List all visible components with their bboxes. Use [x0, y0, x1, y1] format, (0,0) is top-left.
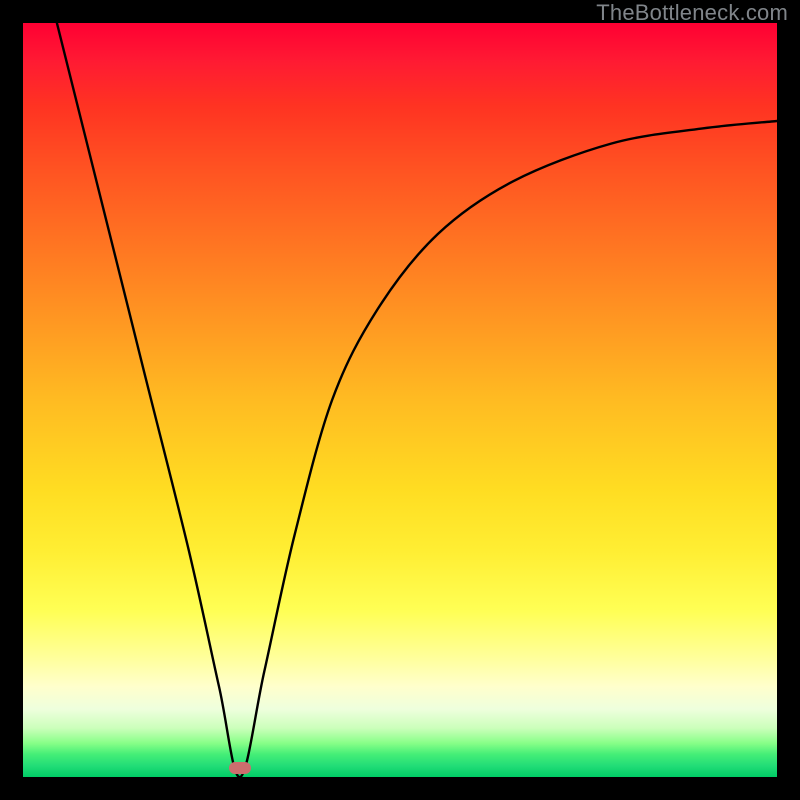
optimal-point-marker	[229, 762, 251, 774]
plot-area	[23, 23, 777, 777]
bottleneck-curve	[23, 23, 777, 777]
